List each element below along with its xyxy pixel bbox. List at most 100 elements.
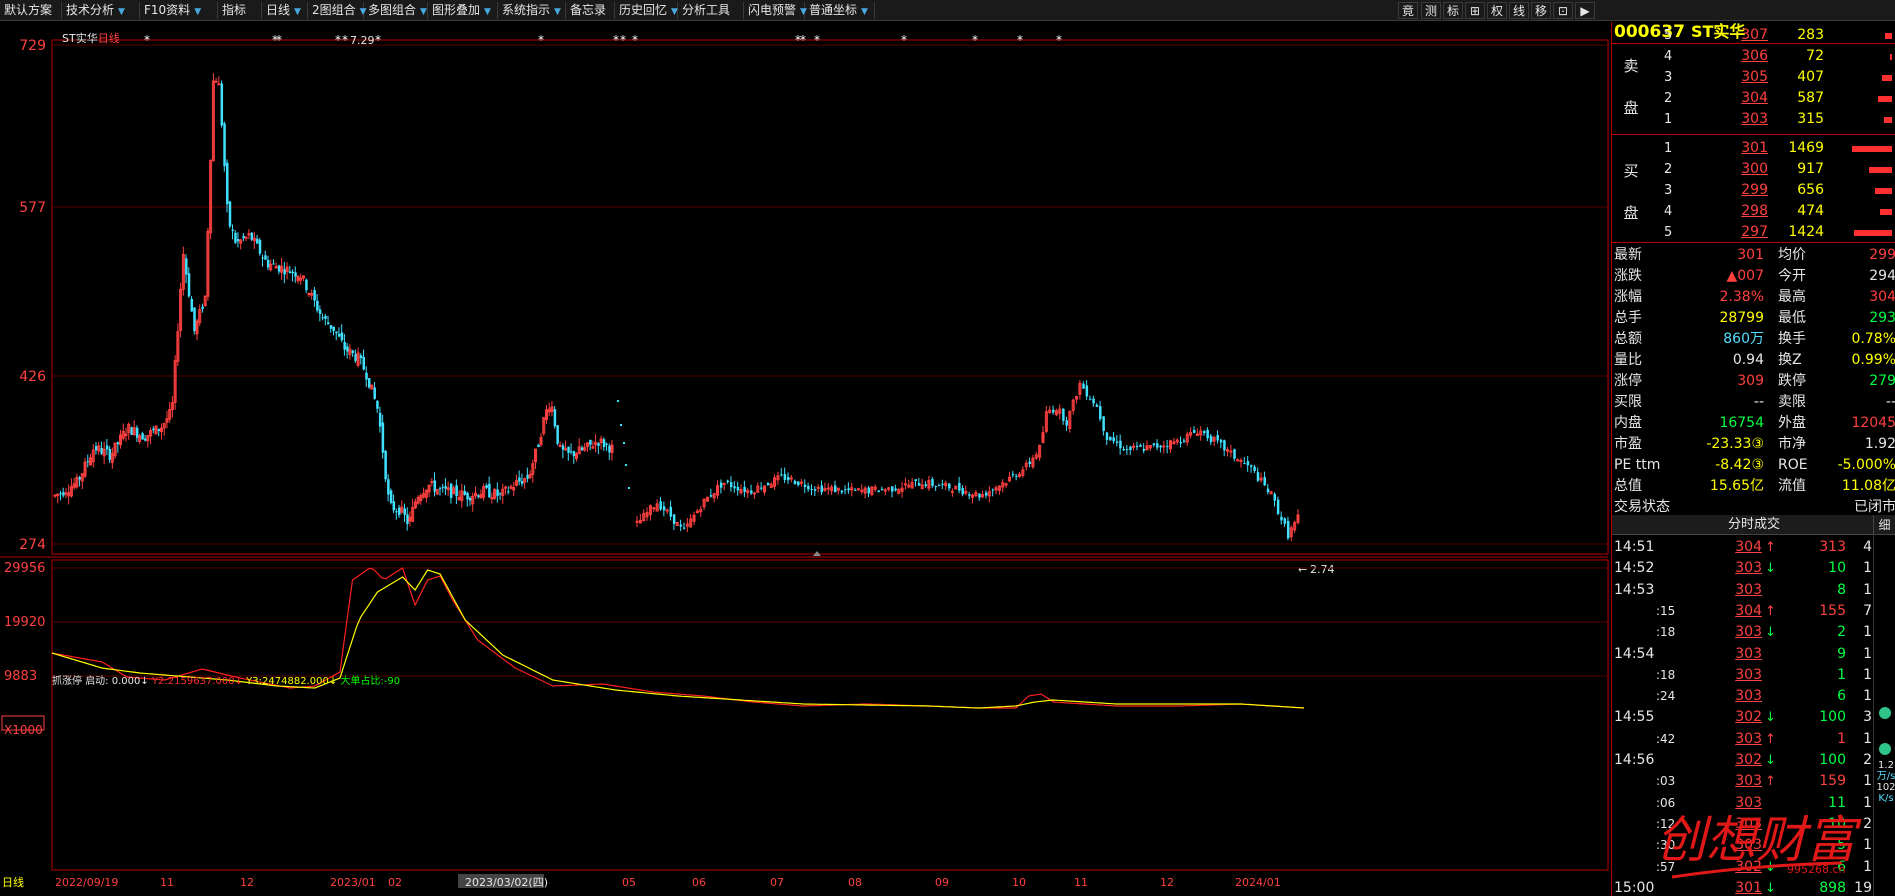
candle-body xyxy=(1233,449,1236,459)
indicator-y2-label: Y2: xyxy=(151,676,168,687)
toolbar-item[interactable]: F10资料 ▼ xyxy=(140,2,218,19)
toolbar-item[interactable]: 备忘录 xyxy=(566,2,615,19)
candle-body xyxy=(867,487,871,494)
toolbar-item-label: 历史回忆 xyxy=(619,3,668,17)
candle-body xyxy=(847,488,850,491)
ask-row[interactable]: 5 307 283 xyxy=(1612,25,1895,46)
volume-bar xyxy=(1878,96,1892,102)
bid-row[interactable]: 2 300 917 xyxy=(1612,159,1895,180)
level: 2 xyxy=(1664,91,1673,106)
tick-time: 15:00 xyxy=(1614,879,1655,896)
toolbar-item[interactable]: 分析工具 xyxy=(678,2,744,19)
ask-row[interactable]: 1 303 315 xyxy=(1612,109,1895,130)
price: 300 xyxy=(1741,161,1768,177)
candle-body xyxy=(520,481,524,484)
toolbar-right-button[interactable]: ⊞ xyxy=(1465,2,1485,19)
signal-marker: * xyxy=(620,33,626,47)
x-tick-label: 2022/09/19 xyxy=(55,876,118,889)
candle-body xyxy=(485,485,488,488)
candle-body xyxy=(496,489,499,496)
toolbar-item[interactable]: 图形叠加 ▼ xyxy=(428,2,498,19)
candle-body xyxy=(187,273,191,297)
x-tick-label: 2024/01 xyxy=(1235,876,1281,889)
candle-body xyxy=(337,333,341,337)
kline-chart[interactable]: 729577426274* ** * * * * * * * * * * * * * *7.29← 2.7429… xyxy=(0,22,1610,896)
tick-time: :42 xyxy=(1656,731,1676,746)
x-tick-label: 02 xyxy=(388,876,402,889)
toolbar-right-button[interactable]: 竟 xyxy=(1398,2,1418,19)
toolbar-right-button[interactable]: 移 xyxy=(1531,2,1551,19)
candle-body xyxy=(1088,398,1092,400)
x-tick-label: 12 xyxy=(1160,876,1174,889)
toolbar-item[interactable]: 历史回忆 ▼ xyxy=(615,2,678,19)
tick-count: 1 xyxy=(1863,624,1872,641)
candle-body xyxy=(580,447,584,450)
tick-volume: 1 xyxy=(1837,730,1846,747)
volume: 72 xyxy=(1806,48,1824,64)
candle-body xyxy=(840,490,844,493)
tick-row: 14:53 303 8 1 xyxy=(1612,580,1876,601)
tick-price: 304 xyxy=(1735,602,1762,619)
tick-price: 303 xyxy=(1735,624,1762,641)
candle-body xyxy=(813,489,817,491)
chart-area[interactable]: 729 577 426 274 * * * * * * * * * * * * * * * * * 7.29 ← 2.74 29… xyxy=(0,22,1610,896)
chart-period: 日线 xyxy=(97,32,120,45)
toolbar-right-button[interactable]: 测 xyxy=(1421,2,1441,19)
toolbar-item[interactable]: 指标 xyxy=(218,2,262,19)
candle-body xyxy=(185,258,188,275)
field-label: 卖限 xyxy=(1778,394,1806,410)
candle-body xyxy=(190,298,194,312)
candle-body xyxy=(816,486,820,489)
toolbar-right-button[interactable]: 权 xyxy=(1487,2,1507,19)
toolbar-item[interactable]: 技术分析 ▼ xyxy=(62,2,140,19)
ask-row[interactable]: 4 306 72 xyxy=(1612,46,1895,67)
toolbar-right-button[interactable]: ▶ xyxy=(1575,2,1595,19)
toolbar-item[interactable]: 默认方案 xyxy=(0,2,62,19)
toolbar-right-button[interactable]: 标 xyxy=(1443,2,1463,19)
toolbar-item[interactable]: 系统指示 ▼ xyxy=(498,2,566,19)
candle-body xyxy=(258,240,262,254)
candle-body xyxy=(313,290,316,301)
ticks-detail-button[interactable]: 细 xyxy=(1873,515,1895,535)
bid-row[interactable]: 4 298 474 xyxy=(1612,201,1895,222)
bid-row[interactable]: 3 299 656 xyxy=(1612,180,1895,201)
tick-count: 1 xyxy=(1863,666,1872,683)
bid-row[interactable]: 5 297 1424 xyxy=(1612,222,1895,243)
tick-volume: 155 xyxy=(1819,602,1846,619)
tick-price: 303 xyxy=(1735,794,1762,811)
toolbar-item-label: 默认方案 xyxy=(4,3,53,17)
tick-time: 14:56 xyxy=(1614,752,1655,768)
candle-body xyxy=(499,493,502,495)
candle-body xyxy=(193,307,196,332)
toolbar-item[interactable]: 2图组合 ▼ xyxy=(308,2,367,19)
ticks-scrollbar[interactable] xyxy=(1873,535,1895,896)
bid-row[interactable]: 1 301 1469 xyxy=(1612,138,1895,159)
ask-row[interactable]: 3 305 407 xyxy=(1612,67,1895,88)
high-price-label: 7.29 xyxy=(350,34,375,47)
indicator-y3-label: Y3: xyxy=(246,676,263,687)
field-value: -- xyxy=(1753,394,1764,410)
toolbar-item[interactable]: 普通坐标 ▼ xyxy=(805,2,875,19)
tick-count: 1 xyxy=(1863,794,1872,811)
toolbar-item[interactable]: 多图组合 ▼ xyxy=(364,2,428,19)
indicator-name[interactable]: 抓涨停 xyxy=(52,676,82,687)
candle-body xyxy=(1286,520,1290,539)
candle-body xyxy=(384,450,387,480)
tick-row: :18 303 ↓ 2 1 xyxy=(1612,622,1876,643)
quote-field-row: 总额 860万 换手 0.78% xyxy=(1612,329,1895,350)
toolbar-item-label: 2图组合 xyxy=(312,3,356,17)
candle-body xyxy=(477,495,480,497)
ticks-header[interactable]: 分时成交 xyxy=(1612,515,1895,535)
toolbar-right-button[interactable]: 线 xyxy=(1509,2,1529,19)
gap-dot xyxy=(623,442,625,444)
toolbar-item[interactable]: 闪电预警 ▼ xyxy=(744,2,807,19)
candle-body xyxy=(665,509,669,512)
field-label: 外盘 xyxy=(1778,415,1806,431)
ask-row[interactable]: 2 304 587 xyxy=(1612,88,1895,109)
tick-price: 303 xyxy=(1735,837,1762,854)
dropdown-arrow-icon: ▼ xyxy=(861,7,868,17)
toolbar-item[interactable]: 日线 ▼ xyxy=(262,2,308,19)
toolbar-right-button[interactable]: ⊡ xyxy=(1553,2,1573,19)
candle-body xyxy=(589,439,592,445)
candle-body xyxy=(820,485,824,493)
